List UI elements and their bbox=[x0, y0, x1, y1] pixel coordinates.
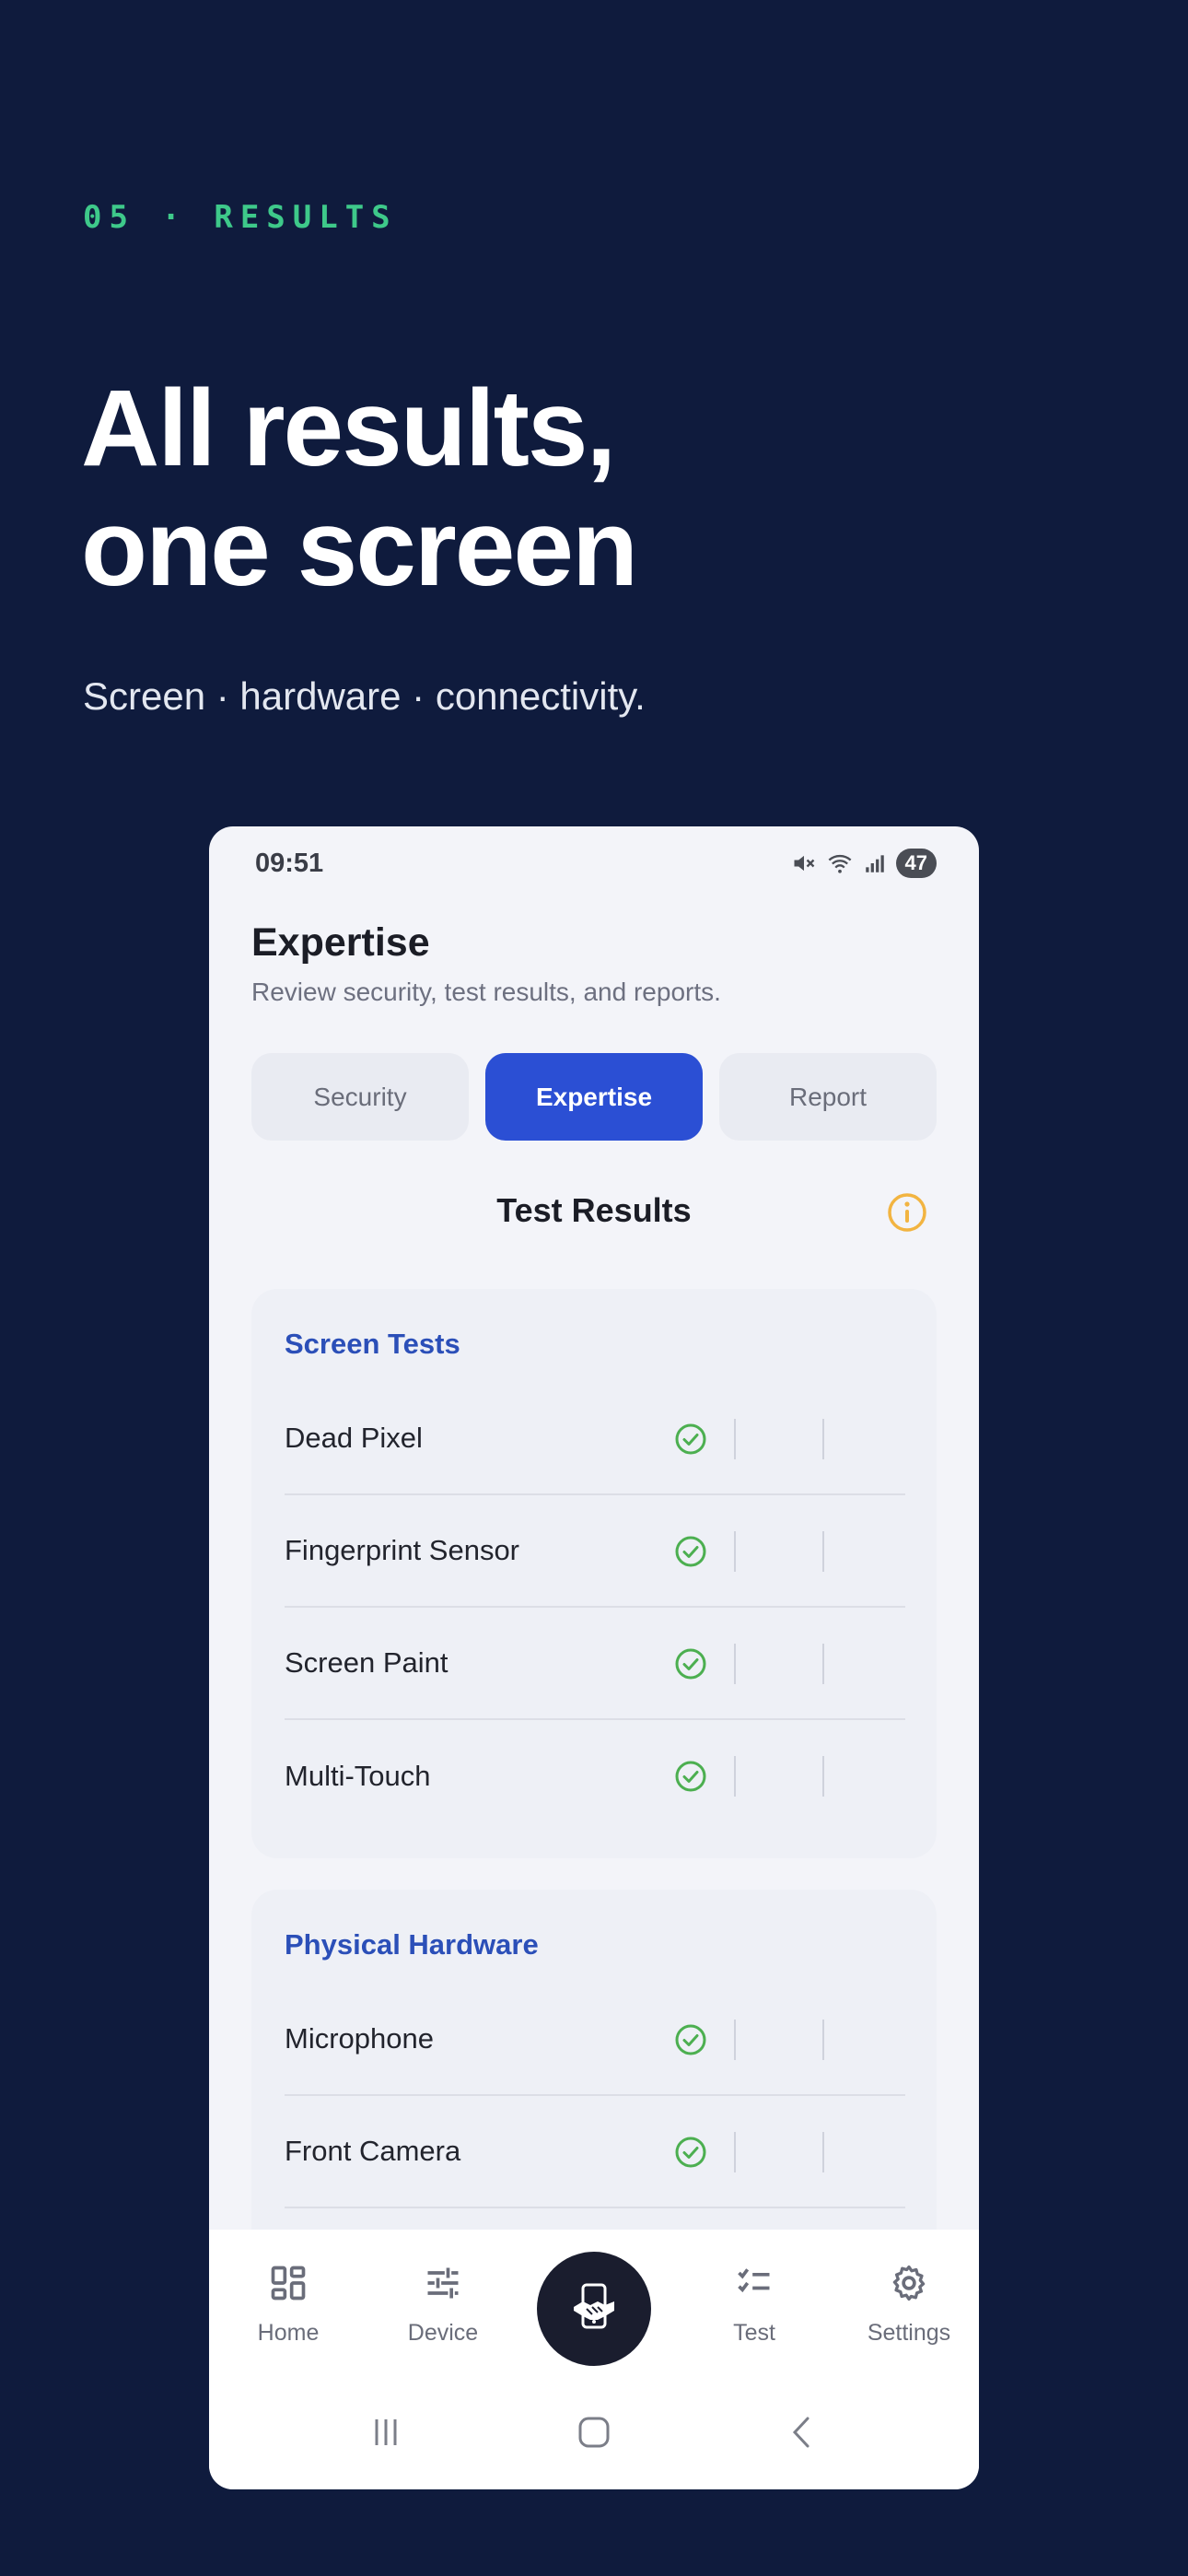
sliders-icon bbox=[427, 2267, 459, 2299]
page-subtitle: Review security, test results, and repor… bbox=[251, 978, 721, 1006]
table-row[interactable]: Multi-Touch bbox=[285, 1720, 905, 1832]
info-icon[interactable] bbox=[887, 1192, 927, 1233]
row-label: Microphone bbox=[285, 2022, 434, 2055]
check-circle-icon bbox=[675, 1648, 706, 1680]
column-divider bbox=[734, 2020, 736, 2060]
back-icon[interactable] bbox=[784, 2414, 821, 2451]
screen-tests-card: Screen Tests Dead Pixel Fingerprint Sens… bbox=[251, 1289, 937, 1858]
gear-icon bbox=[892, 2265, 926, 2301]
nav-device[interactable]: Device bbox=[379, 2263, 507, 2347]
nav-label: Settings bbox=[867, 2320, 951, 2346]
headline-line-2: one screen bbox=[81, 487, 638, 609]
checklist-icon bbox=[738, 2268, 770, 2293]
status-time: 09:51 bbox=[255, 849, 324, 878]
recents-icon[interactable] bbox=[367, 2414, 404, 2451]
column-divider bbox=[734, 2132, 736, 2172]
column-divider bbox=[734, 1644, 736, 1684]
check-circle-icon bbox=[675, 1536, 706, 1567]
column-divider bbox=[822, 2132, 824, 2172]
headline: All results, one screen bbox=[81, 369, 1094, 608]
row-label: Fingerprint Sensor bbox=[285, 1534, 520, 1566]
table-row[interactable]: Fingerprint Sensor bbox=[285, 1495, 905, 1608]
card-title: Screen Tests bbox=[285, 1328, 460, 1360]
bottom-nav: Home Device Test Settings bbox=[209, 2230, 979, 2489]
check-circle-icon bbox=[675, 1423, 706, 1455]
column-divider bbox=[822, 1644, 824, 1684]
table-row[interactable]: Dead Pixel bbox=[285, 1383, 905, 1495]
subline: Screen · hardware · connectivity. bbox=[83, 674, 646, 718]
status-icons: 47 bbox=[791, 849, 937, 878]
table-row[interactable]: Screen Paint bbox=[285, 1608, 905, 1720]
phone-screen: 09:51 47 Expertise Review security, test… bbox=[209, 826, 979, 2489]
nav-label: Device bbox=[407, 2320, 479, 2346]
wifi-icon bbox=[828, 854, 851, 873]
check-circle-icon bbox=[675, 2024, 706, 2055]
column-divider bbox=[822, 2020, 824, 2060]
page-title: Expertise bbox=[251, 920, 430, 965]
home-nav-icon[interactable] bbox=[576, 2414, 612, 2451]
row-label: Screen Paint bbox=[285, 1646, 448, 1679]
tab-security[interactable]: Security bbox=[251, 1053, 469, 1141]
nav-label: Test bbox=[733, 2320, 775, 2346]
card-title: Physical Hardware bbox=[285, 1928, 539, 1961]
eyebrow-label: 05 · RESULTS bbox=[83, 199, 398, 236]
dashboard-icon bbox=[271, 2266, 306, 2301]
column-divider bbox=[734, 1756, 736, 1797]
tab-expertise[interactable]: Expertise bbox=[485, 1053, 703, 1141]
column-divider bbox=[822, 1531, 824, 1572]
nav-label: Home bbox=[257, 2320, 320, 2346]
phone-handshake-icon bbox=[574, 2283, 614, 2329]
column-divider bbox=[734, 1531, 736, 1572]
tab-bar: Security Expertise Report bbox=[251, 1053, 937, 1141]
headline-line-1: All results, bbox=[81, 368, 616, 489]
row-label: Front Camera bbox=[285, 2135, 461, 2167]
column-divider bbox=[822, 1419, 824, 1459]
check-circle-icon bbox=[675, 2137, 706, 2168]
row-label: Multi-Touch bbox=[285, 1760, 431, 1792]
column-divider bbox=[822, 1756, 824, 1797]
column-divider bbox=[734, 1419, 736, 1459]
section-title: Test Results bbox=[496, 1191, 692, 1229]
table-row[interactable]: Microphone bbox=[285, 1984, 905, 2096]
tab-report[interactable]: Report bbox=[719, 1053, 937, 1141]
mute-icon bbox=[794, 855, 814, 872]
table-row[interactable]: Front Camera bbox=[285, 2096, 905, 2208]
signal-icon bbox=[865, 855, 884, 872]
battery-icon: 47 bbox=[895, 849, 937, 878]
nav-home[interactable]: Home bbox=[224, 2263, 353, 2347]
nav-test[interactable]: Test bbox=[690, 2263, 819, 2347]
nav-settings[interactable]: Settings bbox=[844, 2263, 973, 2347]
center-action-button[interactable] bbox=[537, 2252, 651, 2366]
check-circle-icon bbox=[675, 1761, 706, 1792]
status-bar: 09:51 47 bbox=[209, 826, 979, 904]
row-label: Dead Pixel bbox=[285, 1422, 423, 1454]
